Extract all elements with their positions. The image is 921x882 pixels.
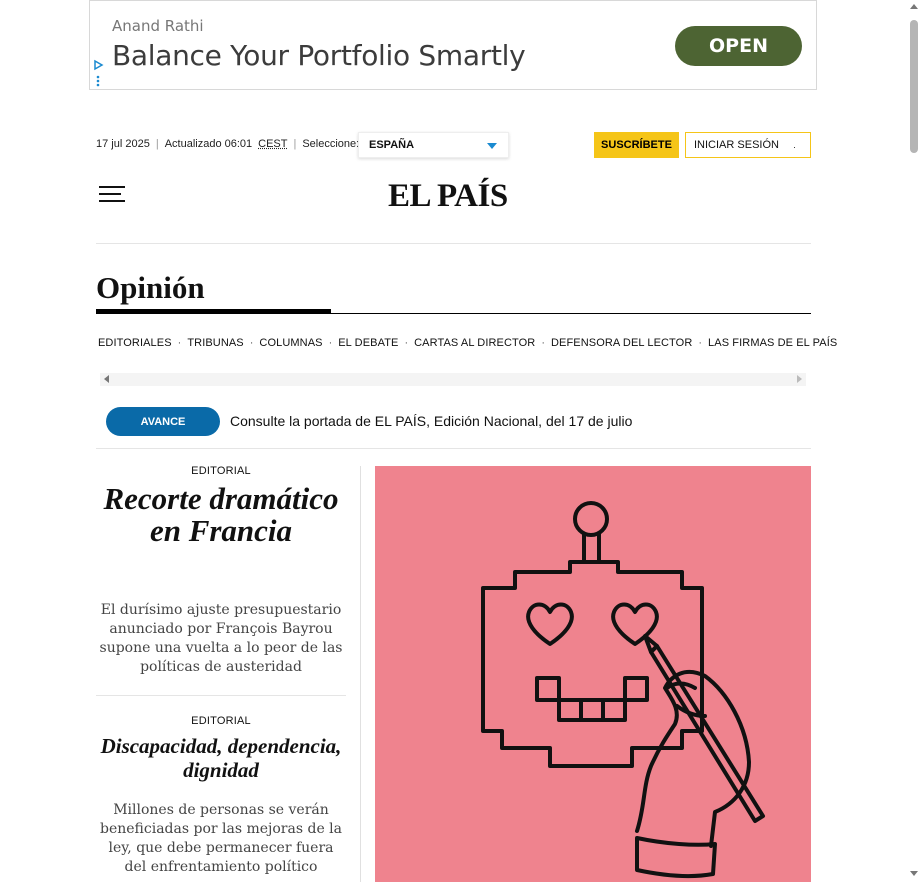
divider (96, 448, 811, 449)
article-headline[interactable]: Discapacidad, dependencia, dignidad (96, 734, 346, 782)
subnav-scrollbar[interactable] (100, 373, 806, 386)
subnav-item-firmas[interactable]: LAS FIRMAS DE EL PAÍS (708, 337, 837, 349)
section-title[interactable]: Opinión (96, 270, 205, 306)
subscribe-button[interactable]: SUSCRÍBETE (594, 132, 679, 158)
article-kicker[interactable]: EDITORIAL (96, 465, 346, 477)
updated-time: Actualizado 06:01 (164, 138, 253, 150)
login-button[interactable]: INICIAR SESIÓN · (685, 132, 811, 158)
article-summary: El durísimo ajuste presupuestario anunci… (99, 602, 343, 675)
separator: | (155, 138, 159, 150)
column-divider (360, 466, 361, 882)
ad-headline[interactable]: Balance Your Portfolio Smartly (112, 39, 526, 72)
timezone: CEST (258, 138, 288, 150)
region-value: ESPAÑA (369, 139, 415, 151)
scroll-left-arrow-icon[interactable] (104, 375, 109, 383)
page-scrollbar[interactable] (907, 0, 921, 882)
section-underline (96, 309, 331, 314)
divider (96, 695, 346, 696)
subnav-item-columnas[interactable]: COLUMNAS (259, 337, 322, 349)
scroll-down-arrow-icon[interactable] (910, 871, 918, 876)
article-kicker[interactable]: EDITORIAL (96, 715, 346, 727)
login-dropdown-icon: · (793, 142, 796, 152)
ad-advertiser: Anand Rathi (112, 17, 204, 35)
current-date: 17 jul 2025 (96, 138, 150, 150)
ad-choices-icon[interactable] (92, 59, 104, 89)
robot-drawing-icon (481, 501, 765, 879)
ad-banner[interactable]: Anand Rathi Balance Your Portfolio Smart… (89, 0, 817, 90)
subnav-item-defensora[interactable]: DEFENSORA DEL LECTOR (551, 337, 692, 349)
advance-button[interactable]: AVANCE (106, 407, 220, 436)
scroll-thumb[interactable] (910, 20, 918, 153)
advance-link[interactable]: Consulte la portada de EL PAÍS, Edición … (230, 413, 632, 429)
article-summary: Millones de personas se verán beneficiad… (99, 802, 342, 875)
menu-icon[interactable] (99, 186, 125, 202)
subnav-item-el-debate[interactable]: EL DEBATE (338, 337, 398, 349)
section-subnav: EDITORIALES · TRIBUNAS · COLUMNAS · EL D… (98, 337, 838, 349)
date-bar: 17 jul 2025 | Actualizado 06:01 CEST | S… (96, 138, 359, 150)
ad-open-button[interactable]: OPEN (675, 26, 802, 66)
subnav-item-tribunas[interactable]: TRIBUNAS (187, 337, 243, 349)
scroll-up-arrow-icon[interactable] (910, 4, 918, 9)
subnav-item-cartas[interactable]: CARTAS AL DIRECTOR (414, 337, 535, 349)
article-illustration[interactable] (375, 466, 811, 882)
subnav-item-editoriales[interactable]: EDITORIALES (98, 337, 172, 349)
login-label: INICIAR SESIÓN (694, 139, 779, 151)
region-select[interactable]: ESPAÑA (358, 132, 509, 158)
region-select-label: Seleccione: (302, 138, 360, 150)
chevron-down-icon (487, 143, 497, 149)
scroll-right-arrow-icon[interactable] (797, 375, 802, 383)
divider (96, 243, 811, 244)
site-logo[interactable]: EL PAÍS (388, 178, 508, 215)
separator: | (293, 138, 297, 150)
article-headline[interactable]: Recorte dramático en Francia (96, 483, 346, 547)
